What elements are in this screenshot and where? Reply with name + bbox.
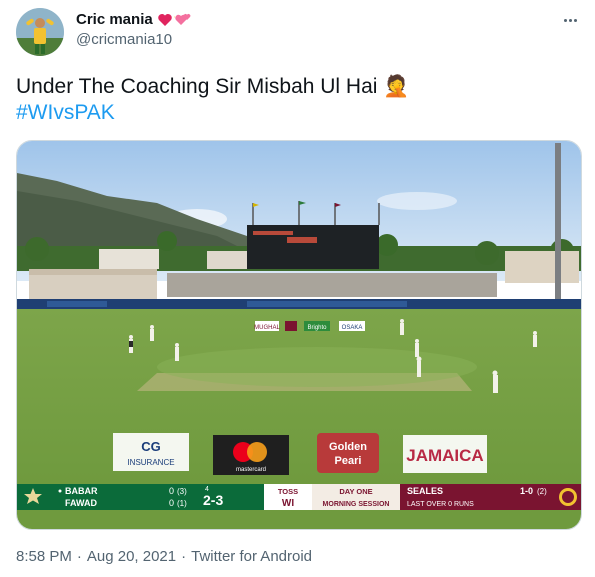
board-brighto: Brighto: [307, 325, 327, 331]
more-options-icon[interactable]: [559, 11, 581, 29]
ad-mastercard: mastercard: [236, 467, 266, 473]
batter2-score: 0: [169, 498, 174, 508]
tweet-source[interactable]: Twitter for Android: [191, 548, 312, 565]
board-osaka: OSAKA: [342, 325, 363, 331]
tweet-meta: 8:58 PM · Aug 20, 2021 · Twitter for Android: [16, 548, 313, 565]
facepalm-emoji: 🤦: [383, 75, 410, 98]
ad-cg: CG: [141, 439, 161, 454]
board-mughal: MUGHAL: [254, 325, 280, 331]
tweet-body: Under The Coaching Sir Misbah Ul Hai: [16, 75, 378, 98]
hashtag-link[interactable]: #WIvsPAK: [16, 101, 115, 124]
batter1-balls: (3): [177, 487, 187, 496]
match-session: MORNING SESSION: [323, 501, 390, 508]
batter1-name: BABAR: [65, 486, 98, 496]
batter2-balls: (1): [177, 499, 187, 508]
ad-golden: Golden: [329, 441, 367, 453]
bowler-overs: (2): [537, 487, 547, 496]
ad-pearl: Peari: [335, 455, 362, 467]
tweet-author[interactable]: Cric mania @cricmania10: [76, 10, 193, 50]
user-handle[interactable]: @cricmania10: [76, 30, 193, 50]
ad-jamaica: JAMAICA: [406, 446, 483, 465]
match-day: DAY ONE: [339, 487, 372, 496]
avatar[interactable]: [16, 8, 64, 56]
batter2-name: FAWAD: [65, 498, 98, 508]
stands: [167, 273, 497, 297]
cricket-broadcast-image: MUGHAL Brighto OSAKA CG INSURANCE master…: [17, 141, 581, 529]
tweet-media-image[interactable]: MUGHAL Brighto OSAKA CG INSURANCE master…: [16, 140, 582, 530]
team-total: 2-3: [203, 492, 223, 508]
bowler-name: SEALES: [407, 486, 443, 496]
tweet-text: Under The Coaching Sir Misbah Ul Hai 🤦 #…: [16, 74, 576, 126]
tweet-time[interactable]: 8:58 PM: [16, 548, 72, 565]
display-name[interactable]: Cric mania: [76, 10, 153, 30]
avatar-image: [16, 8, 64, 56]
bowler-figures: 1-0: [520, 486, 533, 496]
toss-label: TOSS: [278, 487, 298, 496]
toss-team: WI: [282, 498, 294, 509]
last-over: LAST OVER 0 RUNS: [407, 501, 474, 508]
floodlight-pole: [555, 143, 561, 303]
score-strip: BABAR FAWAD 0 (3) 0 (1) 4 2-3 TOSS WI DA…: [17, 484, 581, 510]
tweet-date[interactable]: Aug 20, 2021: [87, 548, 176, 565]
hearts-emoji-icon: [157, 14, 191, 26]
batter1-score: 0: [169, 486, 174, 496]
ad-insurance: INSURANCE: [127, 458, 174, 467]
outfield: [17, 309, 581, 484]
